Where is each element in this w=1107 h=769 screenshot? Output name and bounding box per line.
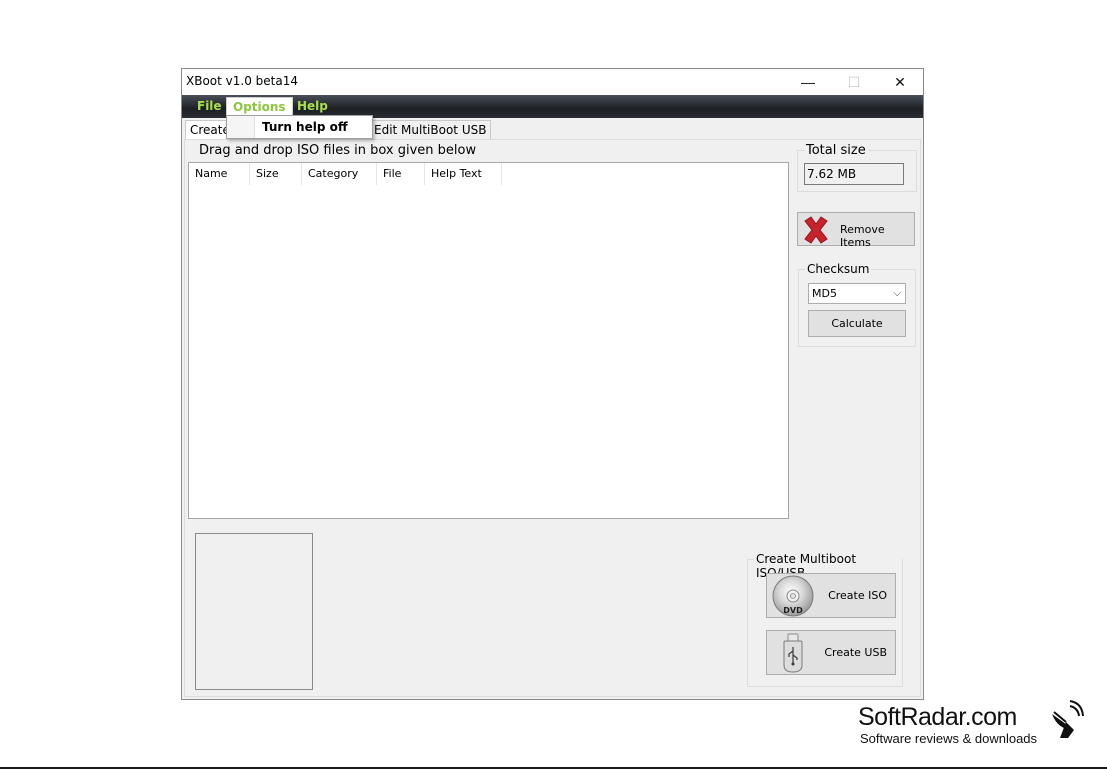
watermark-title: SoftRadar.com: [858, 703, 1017, 731]
total-size-group: Total size 7.62 MB: [797, 143, 917, 192]
close-button[interactable]: ✕: [877, 69, 923, 95]
column-header-size[interactable]: Size: [250, 163, 302, 185]
total-size-value: 7.62 MB: [804, 163, 904, 185]
total-size-title: Total size: [804, 143, 868, 158]
calculate-label: Calculate: [831, 317, 883, 330]
satellite-dish-icon: [1052, 700, 1084, 738]
menu-item-turn-help-off[interactable]: Turn help off: [262, 120, 348, 134]
create-tab-panel: Drag and drop ISO files in box given bel…: [184, 139, 921, 697]
create-multiboot-group: Create Multiboot ISO/USB: [747, 552, 903, 687]
maximize-button[interactable]: ☐: [831, 69, 877, 95]
watermark-subtitle: Software reviews & downloads: [860, 731, 1038, 746]
dvd-label: DVD: [783, 606, 803, 615]
window-title: XBoot v1.0 beta14: [186, 74, 298, 88]
checksum-title: Checksum: [805, 262, 872, 276]
calculate-button[interactable]: Calculate: [808, 310, 906, 337]
menu-help[interactable]: Help: [291, 97, 334, 116]
help-preview-box: [195, 533, 313, 690]
list-column-headers: Name Size Category File Help Text: [189, 163, 502, 185]
tab-edit-multiboot-usb[interactable]: Edit MultiBoot USB: [369, 120, 492, 139]
column-header-name[interactable]: Name: [189, 163, 250, 185]
drag-drop-label: Drag and drop ISO files in box given bel…: [199, 143, 477, 158]
column-header-help-text[interactable]: Help Text: [425, 163, 502, 185]
create-iso-label: Create ISO: [828, 589, 887, 602]
menu-file[interactable]: File: [191, 97, 228, 116]
softradar-watermark: SoftRadar.com Software reviews & downloa…: [858, 700, 1088, 747]
minimize-button[interactable]: —: [785, 69, 831, 95]
chevron-down-icon: ⌵: [893, 288, 901, 299]
create-usb-button[interactable]: Create USB: [766, 630, 896, 675]
checksum-select[interactable]: MD5 ⌵: [808, 283, 906, 304]
column-header-category[interactable]: Category: [302, 163, 377, 185]
usb-drive-icon: [783, 633, 803, 673]
red-x-icon: [804, 216, 828, 244]
iso-file-list[interactable]: Name Size Category File Help Text: [188, 162, 789, 519]
remove-items-button[interactable]: Remove Items: [797, 212, 915, 249]
create-iso-button[interactable]: DVD Create ISO: [766, 573, 896, 618]
screenshot-canvas: XBoot v1.0 beta14 — ☐ ✕ File Options Hel…: [0, 0, 1107, 769]
checksum-selected-value: MD5: [812, 287, 837, 300]
dvd-disc-icon: DVD: [772, 575, 814, 617]
create-usb-label: Create USB: [824, 646, 887, 659]
menu-icon-gutter: [227, 116, 255, 138]
xboot-window: XBoot v1.0 beta14 — ☐ ✕ File Options Hel…: [181, 68, 924, 700]
column-header-file[interactable]: File: [377, 163, 425, 185]
remove-items-label: Remove Items: [840, 223, 885, 249]
tab-create[interactable]: Create M: [185, 120, 229, 140]
menu-options[interactable]: Options: [226, 97, 293, 117]
options-dropdown-menu: Turn help off: [226, 115, 373, 139]
checksum-group: Checksum MD5 ⌵ Calculate: [798, 262, 916, 347]
title-bar: XBoot v1.0 beta14 — ☐ ✕: [182, 69, 923, 95]
